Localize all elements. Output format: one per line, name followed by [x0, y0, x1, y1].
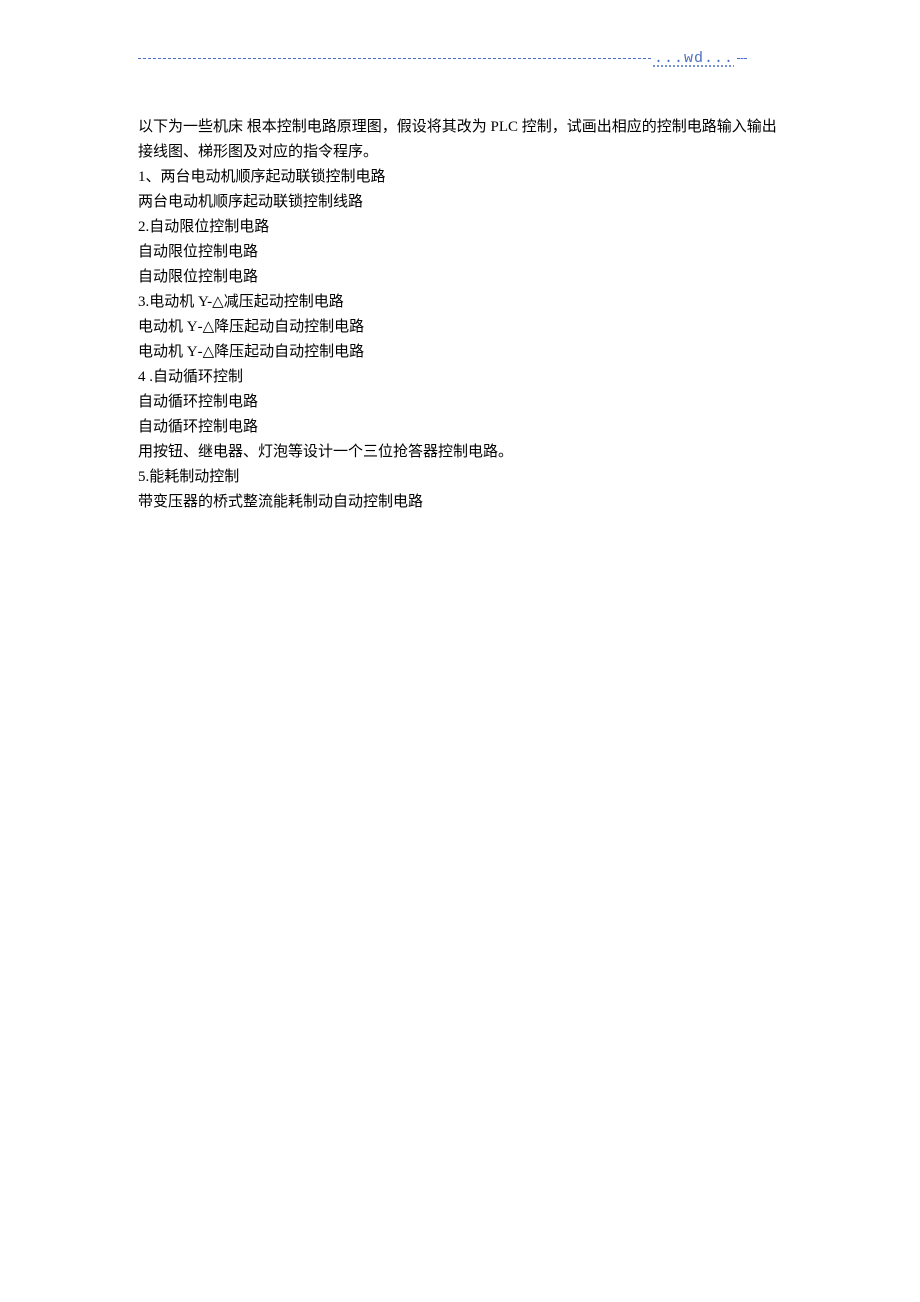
intro-paragraph: 以下为一些机床 根本控制电路原理图，假设将其改为 PLC 控制，试画出相应的控制… — [138, 115, 782, 165]
line-item: 5.能耗制动控制 — [138, 465, 782, 490]
line-item: 自动循环控制电路 — [138, 415, 782, 440]
line-item: 2.自动限位控制电路 — [138, 215, 782, 240]
line-item: 1、两台电动机顺序起动联锁控制电路 — [138, 165, 782, 190]
line-item: 4 .自动循环控制 — [138, 365, 782, 390]
page-header: ...wd... — [138, 48, 747, 68]
header-dash-right — [737, 58, 747, 59]
line-item: 电动机 Y‐△降压起动自动控制电路 — [138, 315, 782, 340]
line-item: 带变压器的桥式整流能耗制动自动控制电路 — [138, 490, 782, 515]
document-body: 以下为一些机床 根本控制电路原理图，假设将其改为 PLC 控制，试画出相应的控制… — [138, 115, 782, 515]
line-item: 自动限位控制电路 — [138, 240, 782, 265]
line-item: 电动机 Y‐△降压起动自动控制电路 — [138, 340, 782, 365]
line-item: 3.电动机 Y-△减压起动控制电路 — [138, 290, 782, 315]
line-item: 用按钮、继电器、灯泡等设计一个三位抢答器控制电路。 — [138, 440, 782, 465]
line-item: 自动循环控制电路 — [138, 390, 782, 415]
header-watermark: ...wd... — [651, 50, 737, 67]
line-item: 自动限位控制电路 — [138, 265, 782, 290]
line-item: 两台电动机顺序起动联锁控制线路 — [138, 190, 782, 215]
header-dash-left — [138, 58, 651, 59]
